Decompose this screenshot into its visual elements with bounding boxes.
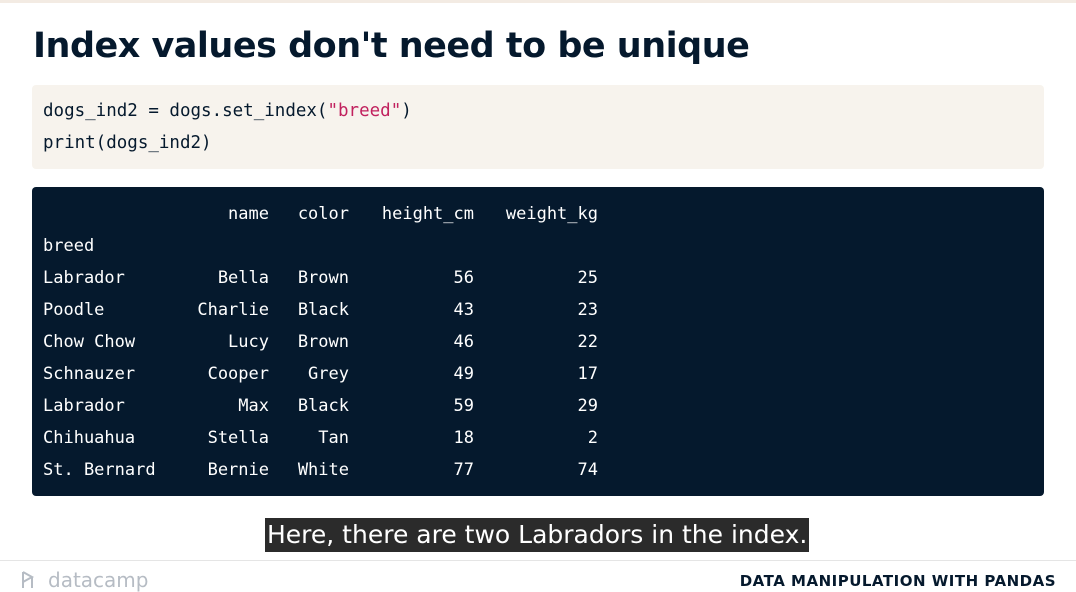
index-cell: Labrador (43, 268, 125, 288)
footer-divider (0, 560, 1076, 561)
table-row: Chihuahua Stella Tan 18 2 (32, 422, 1044, 454)
table-row: St. Bernard Bernie White 77 74 (32, 454, 1044, 486)
output-header-row: name color height_cm weight_kg (32, 198, 1044, 230)
column-header-color: color (297, 204, 349, 224)
code-string: "breed" (327, 101, 402, 121)
name-cell: Charlie (197, 300, 269, 320)
height-cell: 18 (453, 428, 474, 448)
column-header-weight: weight_kg (505, 204, 598, 224)
index-cell: St. Bernard (43, 460, 156, 480)
index-cell: Labrador (43, 396, 125, 416)
slide-title: Index values don't need to be unique (33, 26, 750, 66)
table-row: Poodle Charlie Black 43 23 (32, 294, 1044, 326)
output-index-name-row: breed (32, 230, 1044, 262)
code-block: dogs_ind2 = dogs.set_index("breed") prin… (32, 85, 1044, 169)
index-name: breed (43, 236, 95, 256)
color-cell: White (297, 460, 349, 480)
name-cell: Cooper (207, 364, 269, 384)
name-cell: Bernie (207, 460, 269, 480)
height-cell: 49 (453, 364, 474, 384)
color-cell: Brown (297, 332, 349, 352)
index-cell: Schnauzer (43, 364, 136, 384)
height-cell: 56 (453, 268, 474, 288)
height-cell: 46 (453, 332, 474, 352)
code-text: dogs_ind2 = dogs.set_index( (43, 101, 328, 121)
column-header-height: height_cm (381, 204, 474, 224)
table-row: Chow Chow Lucy Brown 46 22 (32, 326, 1044, 358)
index-cell: Poodle (43, 300, 105, 320)
name-cell: Bella (217, 268, 269, 288)
table-row: Labrador Bella Brown 56 25 (32, 262, 1044, 294)
height-cell: 43 (453, 300, 474, 320)
color-cell: Black (297, 300, 349, 320)
table-row: Schnauzer Cooper Grey 49 17 (32, 358, 1044, 390)
weight-cell: 29 (577, 396, 598, 416)
weight-cell: 22 (577, 332, 598, 352)
table-row: Labrador Max Black 59 29 (32, 390, 1044, 422)
datacamp-logo: datacamp (20, 568, 148, 592)
weight-cell: 2 (587, 428, 598, 448)
height-cell: 59 (453, 396, 474, 416)
course-title: DATA MANIPULATION WITH PANDAS (739, 572, 1056, 590)
color-cell: Black (297, 396, 349, 416)
code-text: ) (401, 101, 412, 121)
weight-cell: 23 (577, 300, 598, 320)
top-rule (0, 0, 1076, 3)
name-cell: Max (238, 396, 269, 416)
logo-text: datacamp (48, 568, 149, 592)
code-line-2: print(dogs_ind2) (43, 133, 212, 153)
color-cell: Tan (318, 428, 349, 448)
code-line-1: dogs_ind2 = dogs.set_index("breed") (43, 95, 1033, 127)
color-cell: Grey (308, 364, 349, 384)
console-output: name color height_cm weight_kg breed Lab… (32, 187, 1044, 496)
color-cell: Brown (297, 268, 349, 288)
weight-cell: 74 (577, 460, 598, 480)
column-header-name: name (228, 204, 269, 224)
datacamp-logo-icon (22, 571, 35, 588)
name-cell: Stella (207, 428, 269, 448)
index-cell: Chihuahua (43, 428, 136, 448)
height-cell: 77 (453, 460, 474, 480)
weight-cell: 25 (577, 268, 598, 288)
index-cell: Chow Chow (43, 332, 136, 352)
subtitle-caption: Here, there are two Labradors in the ind… (265, 518, 810, 552)
weight-cell: 17 (577, 364, 598, 384)
name-cell: Lucy (228, 332, 269, 352)
